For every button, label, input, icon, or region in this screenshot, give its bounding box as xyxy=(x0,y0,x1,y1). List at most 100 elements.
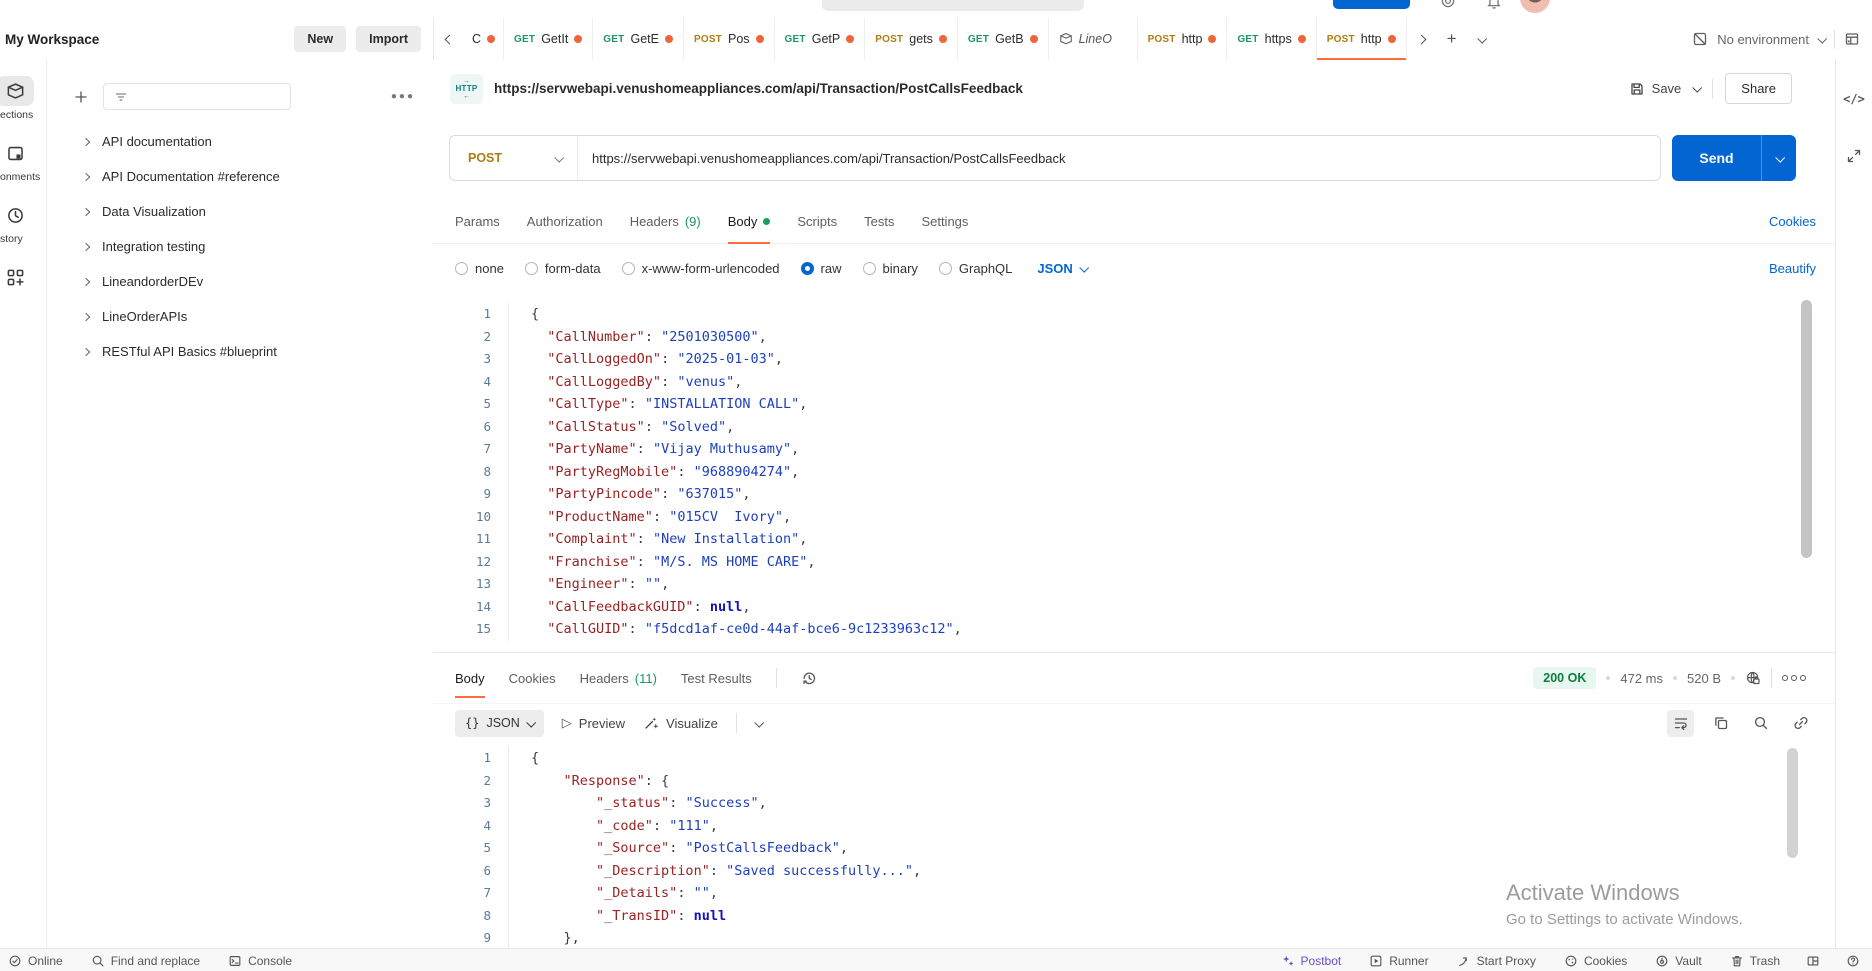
rail-history[interactable]: story xyxy=(0,200,46,245)
preview-button[interactable]: ▷ Preview xyxy=(562,715,625,731)
open-request-tab[interactable]: C xyxy=(464,18,504,60)
wrap-text-icon[interactable] xyxy=(1667,710,1694,737)
search-icon xyxy=(91,954,105,968)
open-request-tab[interactable]: GETGetP xyxy=(775,18,866,60)
notifications-bell-icon[interactable] xyxy=(1486,0,1502,9)
response-body-editor[interactable]: 1{2 "Response": {3 "_status": "Success",… xyxy=(433,742,1836,948)
send-options-icon[interactable] xyxy=(1761,135,1796,181)
request-tab-body[interactable]: Body xyxy=(728,199,771,243)
request-tab-params[interactable]: Params xyxy=(455,199,500,243)
response-editor-scrollbar[interactable] xyxy=(1787,748,1798,858)
body-mode-x-www-form-urlencoded[interactable]: x-www-form-urlencoded xyxy=(622,261,780,276)
code-line: 7 "_Details": "", xyxy=(433,882,1836,905)
collection-item[interactable]: Data Visualization xyxy=(73,194,415,229)
method-select[interactable]: POST xyxy=(450,136,578,180)
request-tab-authorization[interactable]: Authorization xyxy=(527,199,603,243)
workspace-title[interactable]: My Workspace xyxy=(5,32,99,47)
open-request-tab[interactable]: GETGetIt xyxy=(504,18,593,60)
body-mode-raw[interactable]: raw xyxy=(801,261,842,276)
tab-options-icon[interactable] xyxy=(1467,18,1497,60)
statusbar-find-and-replace[interactable]: Find and replace xyxy=(91,954,200,968)
response-more-icon[interactable] xyxy=(1782,675,1806,681)
statusbar-trash[interactable]: Trash xyxy=(1730,954,1780,968)
user-avatar[interactable] xyxy=(1520,0,1550,13)
open-request-tab[interactable]: POSTgets xyxy=(865,18,958,60)
rail-collections[interactable]: ections xyxy=(0,76,46,121)
open-request-tab[interactable]: POSTPos xyxy=(684,18,775,60)
response-tab-body[interactable]: Body xyxy=(455,653,485,703)
send-button[interactable]: Send xyxy=(1672,135,1796,181)
new-tab-button[interactable]: + xyxy=(1437,18,1467,60)
save-button[interactable]: Save xyxy=(1629,81,1682,97)
collection-item[interactable]: Integration testing xyxy=(73,229,415,264)
body-mode-graphql[interactable]: GraphQL xyxy=(939,261,1012,276)
environment-selector[interactable]: No environment xyxy=(1674,18,1872,60)
request-tab-scripts[interactable]: Scripts xyxy=(797,199,837,243)
request-tab-tests[interactable]: Tests xyxy=(864,199,894,243)
help-icon[interactable] xyxy=(1846,954,1860,968)
share-button[interactable]: Share xyxy=(1725,73,1792,104)
sidebar-more-icon[interactable]: ●●● xyxy=(391,91,415,102)
response-format-select[interactable]: {} JSON xyxy=(455,710,544,737)
statusbar-console[interactable]: Console xyxy=(228,954,292,968)
add-collection-icon[interactable] xyxy=(73,89,89,105)
search-response-icon[interactable] xyxy=(1747,710,1774,737)
body-mode-none[interactable]: none xyxy=(455,261,504,276)
body-mode-form-data[interactable]: form-data xyxy=(525,261,601,276)
tabs-forward-icon[interactable] xyxy=(1407,18,1437,60)
collection-item[interactable]: LineOrderAPIs xyxy=(73,299,415,334)
request-tab-headers[interactable]: Headers(9) xyxy=(630,199,701,243)
environment-quick-look-icon[interactable] xyxy=(1844,31,1860,47)
response-tab-test-results[interactable]: Test Results xyxy=(681,653,752,703)
rail-flows[interactable] xyxy=(0,262,46,292)
import-button[interactable]: Import xyxy=(356,26,421,52)
code-snippet-icon[interactable]: </> xyxy=(1843,92,1865,106)
open-request-tab[interactable]: LineO xyxy=(1049,18,1138,60)
statusbar-start-proxy[interactable]: Start Proxy xyxy=(1457,954,1536,968)
collections-filter-input[interactable] xyxy=(103,83,291,110)
language-select[interactable]: JSON xyxy=(1037,261,1086,276)
response-tab-headers[interactable]: Headers(11) xyxy=(580,653,657,703)
tabs-back-icon[interactable] xyxy=(434,18,464,60)
statusbar-runner[interactable]: Runner xyxy=(1369,954,1428,968)
open-request-tab[interactable]: GEThttps xyxy=(1227,18,1316,60)
statusbar-cookies[interactable]: Cookies xyxy=(1564,954,1627,968)
request-editor-scrollbar[interactable] xyxy=(1801,300,1812,558)
globe-lock-icon[interactable] xyxy=(1745,670,1761,686)
request-body-editor[interactable]: 1{2 "CallNumber": "2501030500",3 "CallLo… xyxy=(433,292,1836,652)
code-line: 12 "Franchise": "M/S. MS HOME CARE", xyxy=(433,551,1836,574)
body-mode-binary[interactable]: binary xyxy=(863,261,918,276)
collection-item[interactable]: LineandorderDEv xyxy=(73,264,415,299)
global-search-input[interactable] xyxy=(822,0,1084,11)
layout-panel-icon[interactable] xyxy=(1806,954,1820,968)
response-history-icon[interactable] xyxy=(801,670,817,686)
request-tab-settings[interactable]: Settings xyxy=(921,199,968,243)
url-input[interactable]: https://servwebapi.venushomeappliances.c… xyxy=(578,151,1066,166)
statusbar-postbot[interactable]: Postbot xyxy=(1281,954,1342,968)
request-tabs: Cookies Params Authorization Headers(9) Bod… xyxy=(433,199,1836,244)
visualize-button[interactable]: Visualize xyxy=(643,715,718,731)
settings-gear-icon[interactable] xyxy=(1440,0,1456,9)
right-rail: </> xyxy=(1835,60,1872,948)
statusbar-vault[interactable]: Vault xyxy=(1655,954,1701,968)
toolbar-options-icon[interactable] xyxy=(754,717,764,727)
expand-panel-icon[interactable] xyxy=(1846,148,1862,164)
copy-icon[interactable] xyxy=(1707,710,1734,737)
collection-item[interactable]: RESTful API Basics #blueprint xyxy=(73,334,415,369)
open-request-tab[interactable]: POSThttp xyxy=(1138,18,1228,60)
rail-environments[interactable]: onments xyxy=(0,138,46,183)
collection-item[interactable]: API Documentation #reference xyxy=(73,159,415,194)
cookies-link[interactable]: Cookies xyxy=(1769,214,1816,229)
collection-item[interactable]: API documentation xyxy=(73,124,415,159)
statusbar-online[interactable]: Online xyxy=(8,954,63,968)
link-icon[interactable] xyxy=(1787,710,1814,737)
beautify-link[interactable]: Beautify xyxy=(1769,261,1816,276)
open-request-tab[interactable]: POSThttp xyxy=(1317,18,1407,60)
new-button[interactable]: New xyxy=(294,26,346,52)
open-request-tab[interactable]: GETGetB xyxy=(958,18,1049,60)
save-options-icon[interactable] xyxy=(1693,83,1703,93)
response-tab-cookies[interactable]: Cookies xyxy=(509,653,556,703)
line-number: 6 xyxy=(433,416,491,439)
open-request-tab[interactable]: GETGetE xyxy=(593,18,684,60)
primary-header-button[interactable] xyxy=(1333,0,1410,9)
